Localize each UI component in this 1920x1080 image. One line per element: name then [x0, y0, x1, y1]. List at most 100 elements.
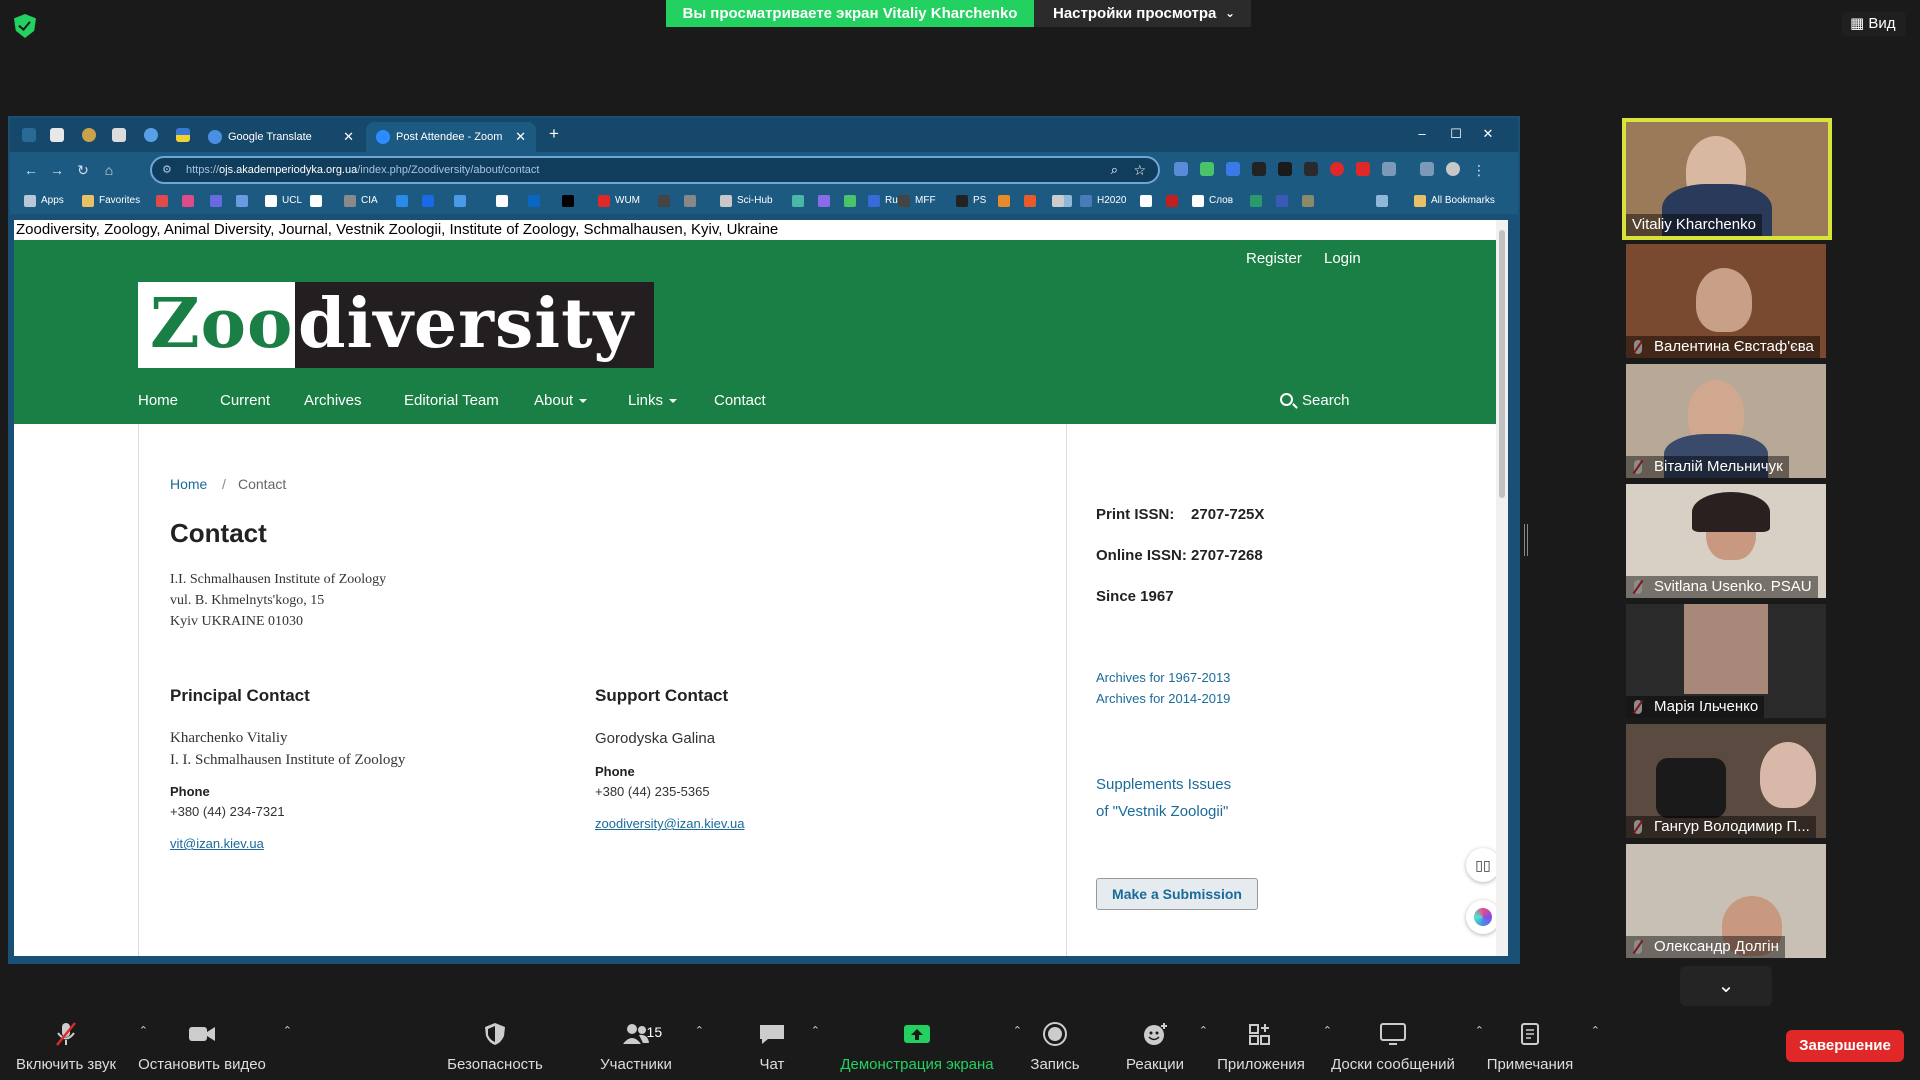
bookmark-h2020[interactable]: H2020 — [1080, 188, 1126, 214]
video-tile[interactable]: Валентина Євстаф'єва — [1626, 244, 1826, 358]
bookmark-icon[interactable] — [844, 188, 861, 214]
bookmark-slov[interactable]: Слов — [1192, 188, 1233, 214]
reactions-button[interactable]: ⌃ Реакции — [1126, 1010, 1208, 1080]
chat-button[interactable]: ⌃ Чат — [748, 1010, 820, 1080]
bookmark-mff[interactable]: MFF — [898, 188, 936, 214]
notes-button[interactable]: ⌃ Примечания — [1484, 1010, 1600, 1080]
page-scrollbar[interactable] — [1496, 220, 1508, 956]
supplements-link-line1[interactable]: Supplements Issues — [1096, 776, 1231, 793]
reader-mode-icon[interactable]: ▯▯ — [1466, 848, 1500, 882]
extension-icon[interactable] — [1278, 162, 1292, 176]
video-tile[interactable]: Віталій Мельничук — [1626, 364, 1826, 478]
nav-home[interactable]: Home — [138, 392, 178, 409]
chevron-up-icon[interactable]: ⌃ — [1475, 1024, 1484, 1037]
bookmark-icon[interactable] — [1250, 188, 1267, 214]
chevron-up-icon[interactable]: ⌃ — [1591, 1024, 1600, 1037]
bookmark-favorites[interactable]: Favorites — [82, 188, 140, 214]
unmute-button[interactable]: ⌃ Включить звук — [8, 1010, 148, 1080]
reload-icon[interactable]: ↻ — [74, 161, 92, 179]
close-window-icon[interactable]: ✕ — [1478, 124, 1498, 144]
video-tile[interactable]: Марія Ільченко — [1626, 604, 1826, 718]
support-email-link[interactable]: zoodiversity@izan.kiev.ua — [595, 816, 745, 831]
nav-links[interactable]: Links — [628, 392, 678, 409]
extension-icon[interactable] — [1330, 162, 1344, 176]
security-button[interactable]: Безопасность — [444, 1010, 546, 1080]
extension-icon[interactable] — [1304, 162, 1318, 176]
scrollbar-thumb[interactable] — [1499, 230, 1505, 498]
site-logo[interactable]: Zoo diversity — [138, 282, 654, 368]
end-meeting-button[interactable]: Завершение — [1786, 1030, 1904, 1062]
nav-archives[interactable]: Archives — [304, 392, 362, 409]
nav-current[interactable]: Current — [220, 392, 270, 409]
apps-button[interactable]: ⌃ Приложения — [1214, 1010, 1332, 1080]
bookmark-icon[interactable] — [1302, 188, 1319, 214]
participants-button[interactable]: 15 ⌃ Участники — [592, 1010, 704, 1080]
bookmark-ru[interactable]: Ru — [868, 188, 898, 214]
close-icon[interactable]: ✕ — [515, 122, 526, 152]
video-tile[interactable]: Svitlana Usenko. PSAU — [1626, 484, 1826, 598]
bookmark-icon[interactable] — [684, 188, 701, 214]
forward-icon[interactable]: → — [48, 161, 66, 179]
bookmark-icon[interactable] — [792, 188, 809, 214]
bookmark-wum[interactable]: WUM — [598, 188, 640, 214]
puzzle-icon[interactable] — [1382, 162, 1396, 176]
supplements-link-line2[interactable]: of "Vestnik Zoologii" — [1096, 803, 1228, 820]
extension-icon[interactable] — [1252, 162, 1266, 176]
panel-splitter-handle[interactable] — [1524, 524, 1528, 556]
tab-post-attendee-zoom[interactable]: Post Attendee - Zoom ✕ — [366, 122, 536, 152]
bookmark-icon[interactable] — [182, 188, 199, 214]
site-info-icon[interactable]: ⚙ — [162, 158, 172, 182]
bookmark-icon[interactable] — [1276, 188, 1293, 214]
video-tile[interactable]: Олександр Долгін — [1626, 844, 1826, 958]
pinned-tab-icon[interactable] — [176, 128, 190, 142]
bookmark-icon[interactable] — [998, 188, 1015, 214]
side-panel-icon[interactable] — [1420, 162, 1434, 176]
pinned-tab-icon[interactable] — [144, 128, 158, 142]
bookmark-ps[interactable]: PS — [956, 188, 986, 214]
nav-about[interactable]: About — [534, 392, 588, 409]
bookmark-icon[interactable] — [1140, 188, 1157, 214]
nav-editorial-team[interactable]: Editorial Team — [404, 392, 499, 409]
bookmark-icon[interactable] — [156, 188, 173, 214]
chevron-up-icon[interactable]: ⌃ — [695, 1024, 704, 1037]
extension-icon[interactable] — [1226, 162, 1240, 176]
menu-dots-icon[interactable]: ⋮ — [1470, 161, 1488, 179]
principal-email-link[interactable]: vit@izan.kiev.ua — [170, 836, 264, 851]
bookmark-icon[interactable] — [310, 188, 327, 214]
bookmark-icon[interactable] — [236, 188, 253, 214]
bookmark-icon[interactable] — [454, 188, 471, 214]
record-button[interactable]: Запись — [1026, 1010, 1084, 1080]
zoom-icon[interactable]: ⌕ — [1111, 158, 1118, 182]
chevron-up-icon[interactable]: ⌃ — [1013, 1024, 1022, 1037]
view-settings-dropdown[interactable]: Настройки просмотра ⌄ — [1034, 0, 1251, 27]
bookmark-sci-hub[interactable]: Sci-Hub — [720, 188, 773, 214]
login-link[interactable]: Login — [1324, 250, 1361, 267]
chevron-up-icon[interactable]: ⌃ — [811, 1024, 820, 1037]
stop-video-button[interactable]: ⌃ Остановить видео — [136, 1010, 292, 1080]
nav-contact[interactable]: Contact — [714, 392, 766, 409]
bookmark-icon[interactable] — [1024, 188, 1041, 214]
new-tab-button[interactable]: + — [544, 124, 564, 144]
back-icon[interactable]: ← — [22, 161, 40, 179]
bookmark-icon[interactable] — [818, 188, 835, 214]
maximize-icon[interactable]: ☐ — [1446, 124, 1466, 144]
view-button[interactable]: ▦ Вид — [1842, 12, 1906, 36]
tab-search-icon[interactable] — [22, 128, 36, 142]
address-bar[interactable]: ⚙ https://ojs.akademperiodyka.org.ua/ind… — [150, 156, 1160, 184]
register-link[interactable]: Register — [1246, 250, 1302, 267]
share-screen-button[interactable]: ⌃ Демонстрация экрана — [836, 1010, 1022, 1080]
home-icon[interactable]: ⌂ — [100, 161, 118, 179]
tab-google-translate[interactable]: Google Translate ✕ — [198, 122, 364, 152]
whiteboards-button[interactable]: ⌃ Доски сообщений — [1326, 1010, 1484, 1080]
extension-icon[interactable] — [1356, 162, 1370, 176]
extension-icon[interactable] — [1174, 162, 1188, 176]
video-tile-active-speaker[interactable]: Vitaliy Kharchenko — [1622, 118, 1832, 240]
bookmark-cia[interactable]: CIA — [344, 188, 378, 214]
bookmark-icon[interactable] — [1166, 188, 1183, 214]
more-bookmarks-icon[interactable]: » — [1376, 188, 1388, 214]
bookmark-apps[interactable]: Apps — [24, 188, 64, 214]
bookmark-icon[interactable] — [1052, 188, 1069, 214]
search-link[interactable]: Search — [1280, 392, 1350, 409]
archives-1967-2013-link[interactable]: Archives for 1967-2013 — [1096, 670, 1230, 685]
bookmark-icon[interactable] — [496, 188, 513, 214]
